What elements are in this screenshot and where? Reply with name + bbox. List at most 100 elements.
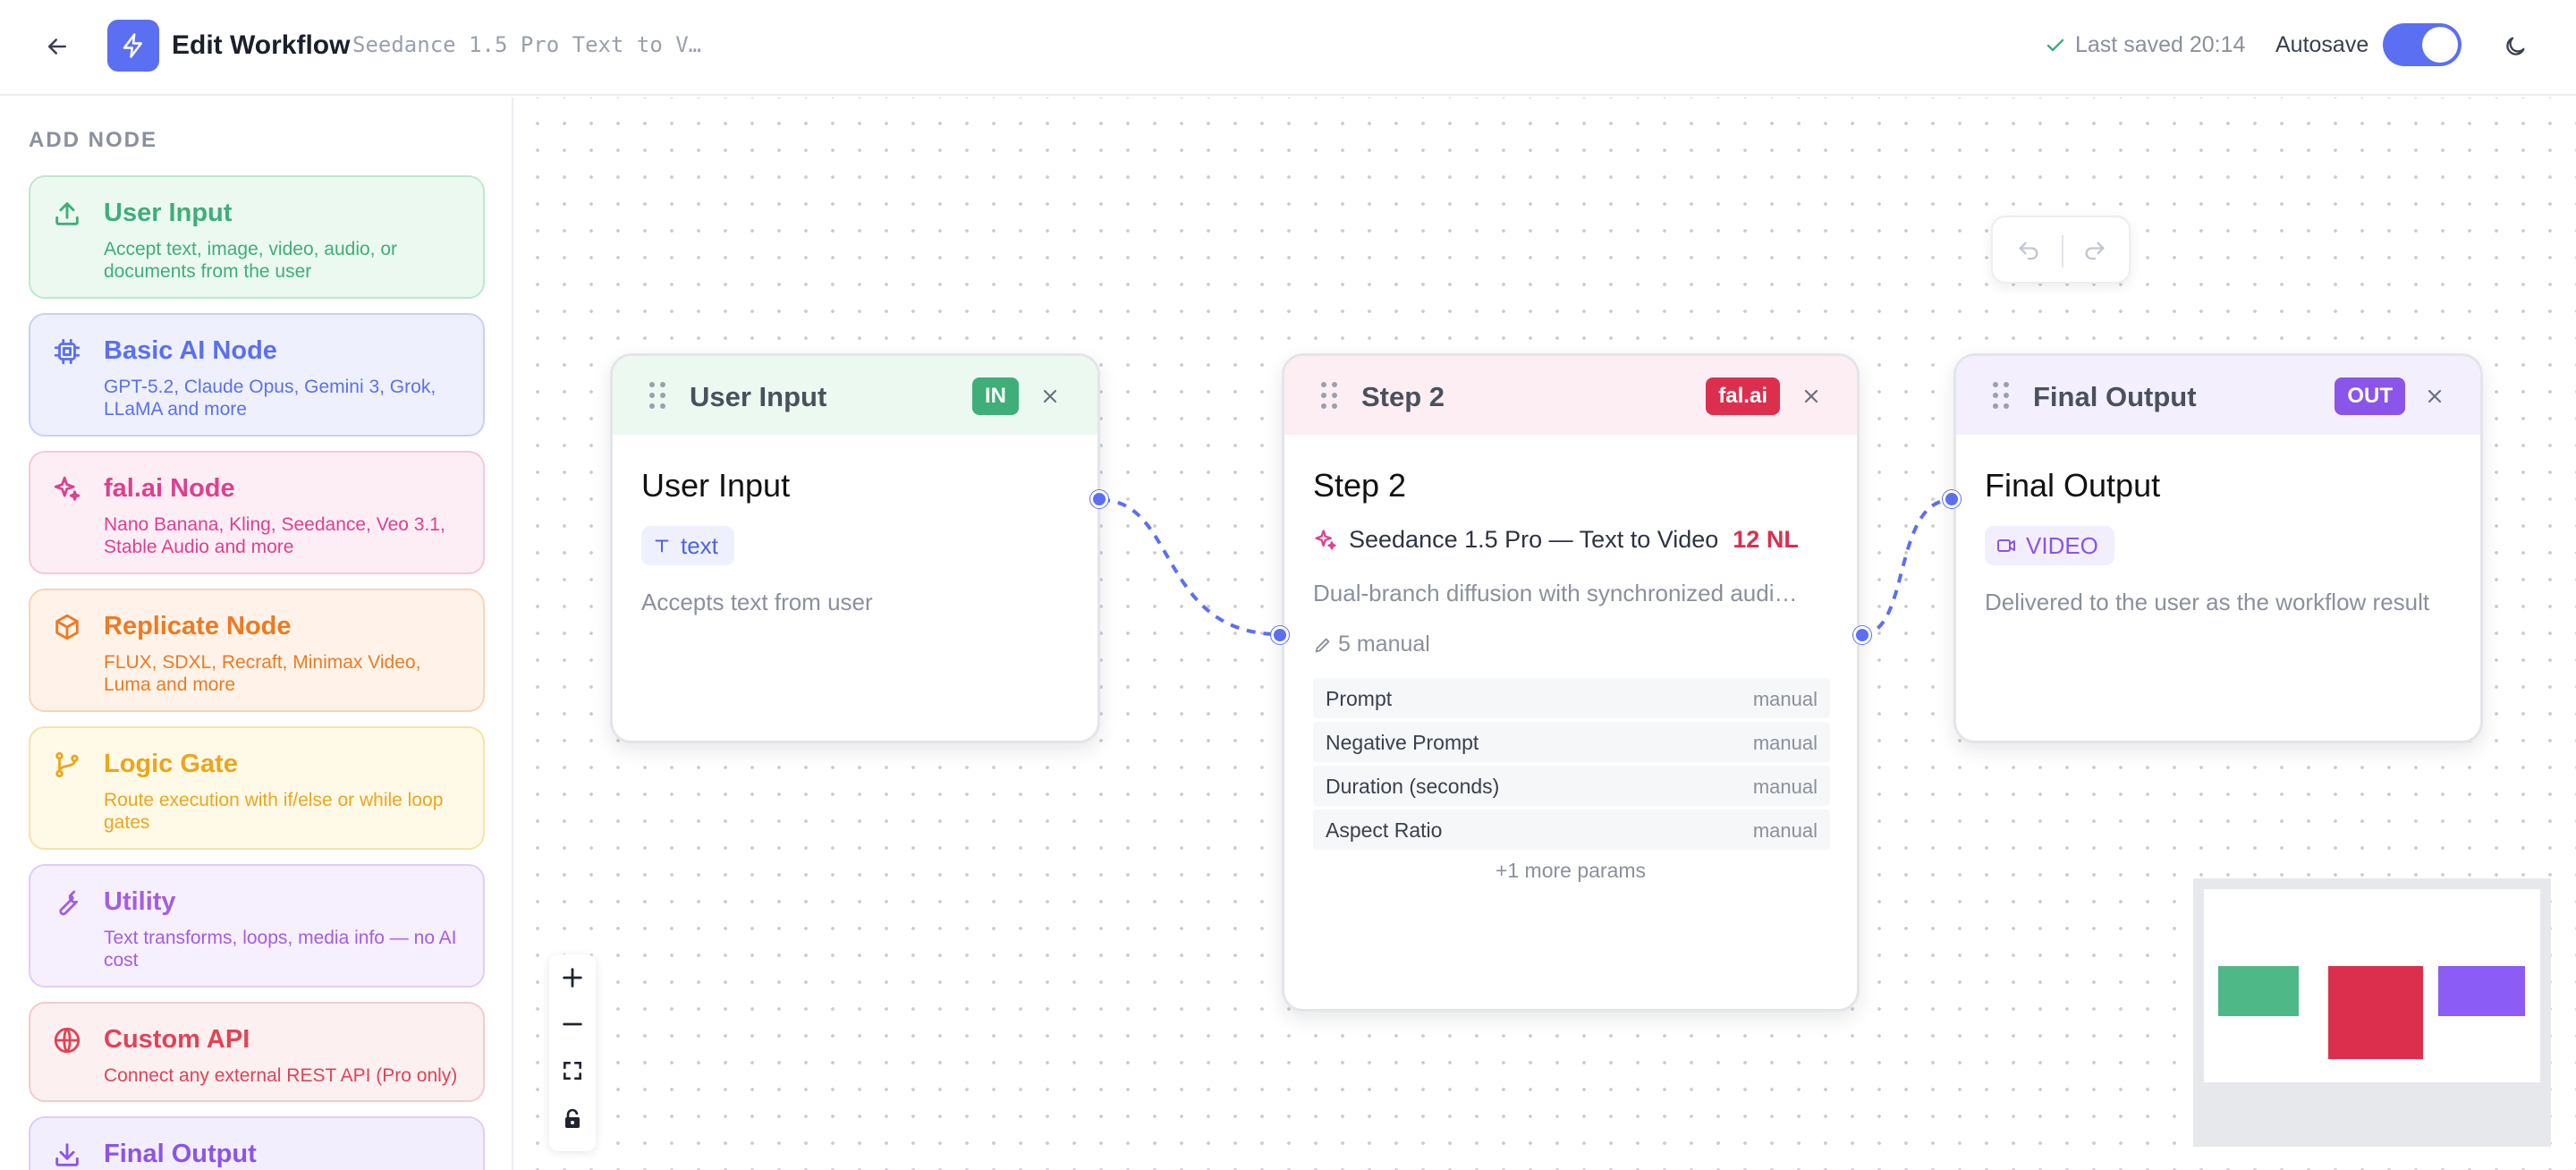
theme-toggle-button[interactable]	[2496, 27, 2535, 66]
param-value: manual	[1752, 819, 1818, 842]
chip-icon	[54, 338, 80, 365]
model-tag: 12 NL	[1733, 526, 1799, 553]
input-port-step-2[interactable]	[1271, 626, 1289, 644]
input-port-final-output[interactable]	[1943, 490, 1961, 508]
fit-view-icon	[564, 1062, 581, 1080]
param-value: manual	[1752, 732, 1818, 754]
close-icon	[1043, 389, 1057, 403]
check-icon	[2046, 38, 2064, 51]
chip-label: text	[681, 531, 718, 559]
param-row[interactable]: Prompt manual	[1313, 678, 1830, 718]
node-title: Final Output	[1985, 467, 2161, 504]
output-port-step-2[interactable]	[1853, 626, 1871, 644]
palette-item-basic-ai[interactable]: Basic AI Node GPT-5.2, Claude Opus, Gemi…	[29, 313, 485, 437]
drag-handle-icon[interactable]	[1320, 381, 1338, 410]
node-description: Dual-branch diffusion with synchronized …	[1313, 580, 1798, 606]
fit-view-button[interactable]	[556, 1055, 589, 1087]
palette-item-title: Replicate Node	[104, 612, 292, 640]
workflow-name[interactable]: Seedance 1.5 Pro Text to V…	[352, 32, 710, 57]
node-description: Delivered to the user as the workflow re…	[1985, 589, 2430, 615]
palette-item-replicate[interactable]: Replicate Node FLUX, SDXL, Recraft, Mini…	[29, 589, 485, 712]
output-port-user-input[interactable]	[1090, 490, 1108, 508]
node-header: User Input IN	[613, 356, 1097, 435]
video-icon	[1997, 539, 2015, 552]
zoom-in-button[interactable]	[556, 962, 589, 994]
palette-item-utility[interactable]: Utility Text transforms, loops, media in…	[29, 864, 485, 988]
wrench-icon	[59, 890, 79, 916]
palette-item-desc: Accept text, image, video, audio, or doc…	[104, 239, 398, 282]
minimap[interactable]	[2193, 878, 2551, 1147]
sparkle-icon	[54, 476, 80, 501]
top-bar: Edit Workflow Seedance 1.5 Pro Text to V…	[0, 0, 2576, 96]
autosave-label: Autosave	[2275, 32, 2369, 57]
node-description: Accepts text from user	[641, 589, 873, 615]
node-header: Step 2 fal.ai	[1284, 356, 1857, 435]
lock-icon	[565, 1108, 580, 1128]
zoom-controls	[549, 954, 596, 1151]
palette-item-falai[interactable]: fal.ai Node Nano Banana, Kling, Seedance…	[29, 451, 485, 574]
param-name: Negative Prompt	[1326, 731, 1479, 754]
workflow-canvas[interactable]: User Input IN User Input text Accepts te…	[515, 98, 2576, 1170]
remove-node-button[interactable]	[1037, 383, 1063, 410]
text-type-icon	[655, 539, 669, 553]
palette-item-desc: Nano Banana, Kling, Seedance, Veo 3.1, S…	[104, 514, 445, 557]
model-name: Seedance 1.5 Pro — Text to Video	[1349, 526, 1719, 553]
remove-node-button[interactable]	[2421, 383, 2448, 410]
edge-step-to-output	[1861, 498, 1952, 636]
cube-icon	[55, 614, 79, 640]
lock-button[interactable]	[556, 1103, 589, 1135]
palette-item-custom-api[interactable]: Custom API Connect any external REST API…	[29, 1002, 485, 1102]
lightning-icon	[123, 33, 142, 58]
palette-item-desc: GPT-5.2, Claude Opus, Gemini 3, Grok, LL…	[104, 377, 436, 420]
download-icon	[55, 1143, 79, 1166]
autosave-toggle[interactable]	[2383, 23, 2462, 66]
back-button[interactable]	[39, 29, 75, 64]
zoom-in-icon	[563, 968, 582, 988]
param-name: Duration (seconds)	[1326, 775, 1500, 798]
param-row[interactable]: Aspect Ratio manual	[1313, 810, 1830, 850]
palette-item-user-input[interactable]: User Input Accept text, image, video, au…	[29, 175, 485, 299]
remove-node-button[interactable]	[1798, 383, 1825, 410]
palette-item-final-output[interactable]: Final Output	[29, 1116, 485, 1170]
node-final-output[interactable]: Final Output OUT Final Output VIDEO Deli…	[1953, 353, 2483, 743]
node-title: Step 2	[1313, 467, 1407, 504]
palette-item-title: Basic AI Node	[104, 336, 277, 365]
model-line: Seedance 1.5 Pro — Text to Video 12 NL	[1313, 526, 1799, 554]
more-params-link[interactable]: +1 more params	[1284, 859, 1857, 883]
workflow-logo	[107, 20, 159, 72]
node-step-2[interactable]: Step 2 fal.ai Step 2 Seedance 1.5 Pro — …	[1282, 353, 1860, 1012]
provider-badge: fal.ai	[1706, 377, 1780, 415]
zoom-out-button[interactable]	[556, 1008, 589, 1040]
node-palette-sidebar: ADD NODE User Input Accept text, image, …	[0, 98, 513, 1170]
node-user-input[interactable]: User Input IN User Input text Accepts te…	[610, 353, 1100, 743]
drag-handle-icon[interactable]	[1992, 381, 2010, 410]
param-name: Prompt	[1326, 687, 1393, 710]
palette-item-desc: FLUX, SDXL, Recraft, Minimax Video, Luma…	[104, 652, 421, 695]
palette-item-desc: Connect any external REST API (Pro only)	[104, 1065, 458, 1086]
param-name: Aspect Ratio	[1326, 818, 1443, 842]
node-header: Final Output OUT	[1956, 356, 2480, 435]
palette-item-title: User Input	[104, 199, 233, 227]
node-header-title: Step 2	[1361, 381, 1445, 412]
palette-item-title: Utility	[104, 887, 176, 916]
input-type-chip: text	[641, 526, 734, 565]
zoom-out-icon	[563, 1022, 582, 1026]
node-type-badge: IN	[972, 377, 1019, 415]
manual-count-text: 5 manual	[1338, 632, 1430, 657]
moon-icon	[2506, 37, 2525, 55]
param-value: manual	[1752, 776, 1818, 798]
node-header-title: User Input	[690, 381, 827, 412]
drag-handle-icon[interactable]	[648, 381, 666, 410]
palette-item-title: fal.ai Node	[104, 474, 235, 503]
close-icon	[1804, 389, 1818, 403]
palette-item-logic-gate[interactable]: Logic Gate Route execution with if/else …	[29, 726, 485, 850]
param-row[interactable]: Duration (seconds) manual	[1313, 766, 1830, 806]
sparkle-icon	[1315, 529, 1336, 549]
output-type-chip: VIDEO	[1985, 526, 2114, 565]
edge-input-to-step	[1100, 498, 1280, 636]
palette-item-desc: Text transforms, loops, media info — no …	[104, 928, 457, 971]
sidebar-heading: ADD NODE	[29, 128, 158, 152]
save-status: Last saved 20:14	[2045, 32, 2245, 58]
toggle-knob	[2422, 27, 2458, 63]
param-row[interactable]: Negative Prompt manual	[1313, 722, 1830, 762]
